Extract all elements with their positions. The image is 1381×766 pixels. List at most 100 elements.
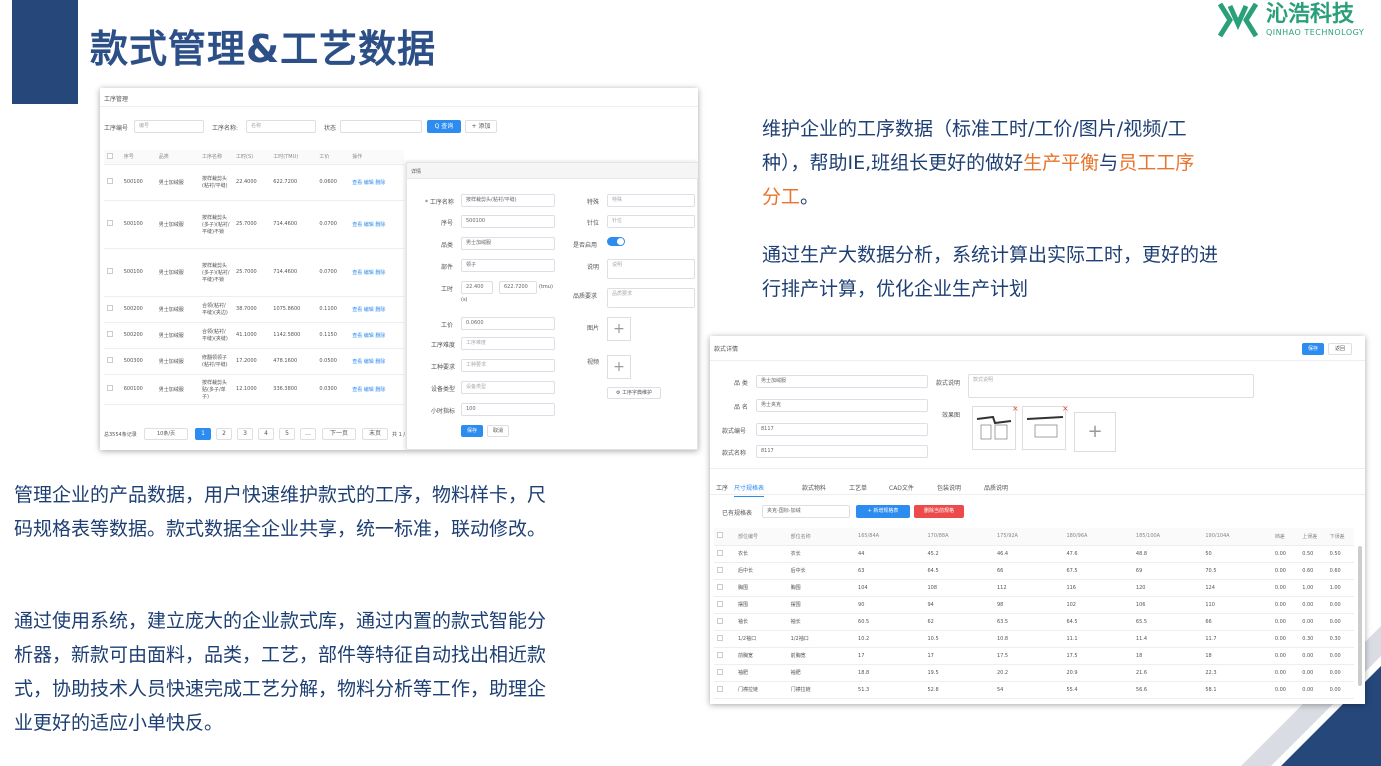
tab-craft-sheet[interactable]: 工艺单 [849, 483, 867, 492]
row-checkbox[interactable] [717, 549, 723, 556]
view-link[interactable]: 查看 [352, 307, 362, 313]
row-checkbox[interactable] [717, 651, 723, 658]
row-checkbox[interactable] [717, 617, 723, 624]
needle-select[interactable]: 针位 [607, 215, 695, 228]
new-spec-button[interactable]: + 新增规格表 [856, 505, 910, 518]
tab-style-material[interactable]: 款式物料 [802, 483, 826, 492]
effect-image-1[interactable] [972, 406, 1016, 450]
table-row[interactable]: 门襟拉链 门襟拉链 51.3 52.8 54 55.4 56.6 58.1 0.00 0.00 0.… [714, 681, 1354, 699]
table-row[interactable]: 前胸宽 前胸宽 17 17 17.5 17.5 18 18 0.00 0.00 0.00 [714, 647, 1354, 665]
price-input[interactable]: 0.0600 [461, 317, 555, 330]
table-row[interactable]: 500100 男士加绒服 按样裁剪头(多子)(粘衬/平缝)不锁 25.7000 714.… [104, 200, 404, 249]
row-checkbox[interactable] [107, 305, 113, 311]
table-row[interactable]: 后中长 后中长 63 64.5 66 67.5 69 70.5 0.00 0.60 0.60 [714, 562, 1354, 580]
page-button-2[interactable]: 2 [216, 428, 232, 440]
page-size-select[interactable]: 10条/页 [144, 428, 188, 440]
tab-packing[interactable]: 包装说明 [937, 483, 961, 492]
effect-image-2[interactable] [1022, 406, 1066, 450]
view-link[interactable]: 查看 [352, 359, 362, 365]
time-tmu-input[interactable]: 622.7200 [499, 281, 537, 294]
next-page-button[interactable]: 下一页 [322, 428, 356, 440]
row-checkbox[interactable] [107, 178, 113, 184]
table-row[interactable]: 600100 男士加绒服 按样裁剪头贴(多子/单子) 12.1000 336.3800 0… [104, 374, 404, 405]
style-desc-textarea[interactable]: 款式说明 [968, 374, 1254, 398]
edit-link[interactable]: 编辑 [364, 333, 374, 339]
view-link[interactable]: 查看 [352, 387, 362, 393]
detail-cancel-button[interactable]: 取消 [487, 425, 509, 437]
difficulty-select[interactable]: 工序难度 [461, 337, 555, 350]
status-select[interactable] [340, 120, 422, 133]
row-checkbox[interactable] [107, 331, 113, 337]
category-select[interactable]: 男士加绒服 [461, 237, 555, 250]
table-row[interactable]: 摆围 摆围 90 94 98 102 106 110 0.00 0.00 0.00 [714, 596, 1354, 614]
style-name-select[interactable]: 男士夹克 [756, 399, 928, 412]
edit-link[interactable]: 编辑 [364, 270, 374, 276]
table-row[interactable]: 500300 男士加绒服 修翻领领子(粘衬/平缝) 17.2000 478.1600 0.… [104, 348, 404, 375]
hour-target-input[interactable]: 100 [461, 403, 555, 416]
delete-link[interactable]: 删除 [375, 307, 385, 313]
row-checkbox[interactable] [717, 583, 723, 590]
edit-link[interactable]: 编辑 [364, 307, 374, 313]
row-checkbox[interactable] [717, 668, 723, 675]
delete-link[interactable]: 删除 [375, 180, 385, 186]
delete-link[interactable]: 删除 [375, 270, 385, 276]
select-all-checkbox[interactable] [107, 152, 113, 159]
style-category-select[interactable]: 男士加绒服 [756, 375, 928, 388]
process-dict-button[interactable]: ⚙ 工序字典维护 [607, 387, 661, 399]
part-select[interactable]: 领子 [461, 259, 555, 272]
delete-link[interactable]: 删除 [375, 333, 385, 339]
remove-image-icon[interactable]: × [1062, 404, 1069, 413]
spec-select[interactable]: 夹克-国标-加绒 [762, 505, 850, 518]
quality-textarea[interactable]: 品质要求 [607, 288, 695, 308]
tab-quality[interactable]: 品质说明 [984, 483, 1008, 492]
page-button-5[interactable]: 5 [279, 428, 295, 440]
table-row[interactable]: 500200 男士加绒服 合领(粘衬/平缝)(夹缝) 41.1000 1142.5800… [104, 322, 404, 349]
delete-link[interactable]: 删除 [375, 387, 385, 393]
edit-link[interactable]: 编辑 [364, 222, 374, 228]
table-row[interactable]: 1/2袖口 1/2袖口 10.2 10.5 10.8 11.1 11.4 11.7 0.00 0.… [714, 630, 1354, 648]
seq-input[interactable]: 500100 [461, 215, 555, 228]
detail-save-button[interactable]: 保存 [461, 425, 483, 437]
row-checkbox[interactable] [717, 634, 723, 641]
page-button-1[interactable]: 1 [195, 428, 211, 440]
row-checkbox[interactable] [717, 685, 723, 692]
view-link[interactable]: 查看 [352, 270, 362, 276]
process-name-input[interactable]: 按样裁剪头(粘衬/平缝) [461, 194, 555, 207]
code-input[interactable]: 编号 [134, 120, 204, 133]
table-row[interactable]: 500100 男士加绒服 按样裁剪头(粘衬/平缝) 22.4000 622.7200 0.… [104, 164, 404, 201]
edit-link[interactable]: 编辑 [364, 387, 374, 393]
remove-image-icon[interactable]: × [1012, 404, 1019, 413]
page-ellipsis[interactable]: ... [300, 428, 316, 440]
delete-spec-button[interactable]: 删除当前规格 [914, 505, 964, 518]
page-button-3[interactable]: 3 [237, 428, 253, 440]
table-row[interactable]: 袖肥 袖肥 18.8 19.5 20.2 20.9 21.6 22.3 0.00 0.00 0.00 [714, 664, 1354, 682]
row-checkbox[interactable] [107, 220, 113, 226]
special-select[interactable]: 特殊 [607, 194, 695, 207]
last-page-button[interactable]: 末页 [362, 428, 388, 440]
time-s-input[interactable]: 22.400 [461, 281, 493, 294]
page-button-4[interactable]: 4 [258, 428, 274, 440]
row-checkbox[interactable] [107, 268, 113, 274]
table-scrollbar[interactable] [1358, 546, 1362, 686]
view-link[interactable]: 查看 [352, 180, 362, 186]
row-checkbox[interactable] [717, 566, 723, 573]
view-link[interactable]: 查看 [352, 222, 362, 228]
delete-link[interactable]: 删除 [375, 359, 385, 365]
style-sname-input[interactable]: 8117 [756, 445, 928, 458]
edit-link[interactable]: 编辑 [364, 180, 374, 186]
tab-cad-file[interactable]: CAD文件 [889, 483, 914, 492]
table-row[interactable]: 袖长 袖长 60.5 62 63.5 64.5 65.5 66 0.00 0.00 0.00 [714, 613, 1354, 631]
row-checkbox[interactable] [717, 600, 723, 607]
equipment-select[interactable]: 设备类型 [461, 381, 555, 394]
style-back-button[interactable]: 返回 [1328, 343, 1352, 355]
add-button[interactable]: + 添加 [465, 120, 497, 133]
query-button[interactable]: Q 查询 [427, 120, 461, 133]
view-link[interactable]: 查看 [352, 333, 362, 339]
image-upload-plus-icon[interactable]: + [607, 317, 631, 341]
style-code-input[interactable]: 8117 [756, 423, 928, 436]
row-checkbox[interactable] [107, 357, 113, 363]
table-row[interactable]: 衣长 衣长 44 45.2 46.4 47.6 48.8 50 0.00 0.50 0.50 [714, 545, 1354, 563]
row-checkbox[interactable] [107, 385, 113, 391]
table-row[interactable]: 胸围 胸围 104 108 112 116 120 124 0.00 1.00 1.00 [714, 579, 1354, 597]
select-all-checkbox[interactable] [717, 532, 723, 539]
